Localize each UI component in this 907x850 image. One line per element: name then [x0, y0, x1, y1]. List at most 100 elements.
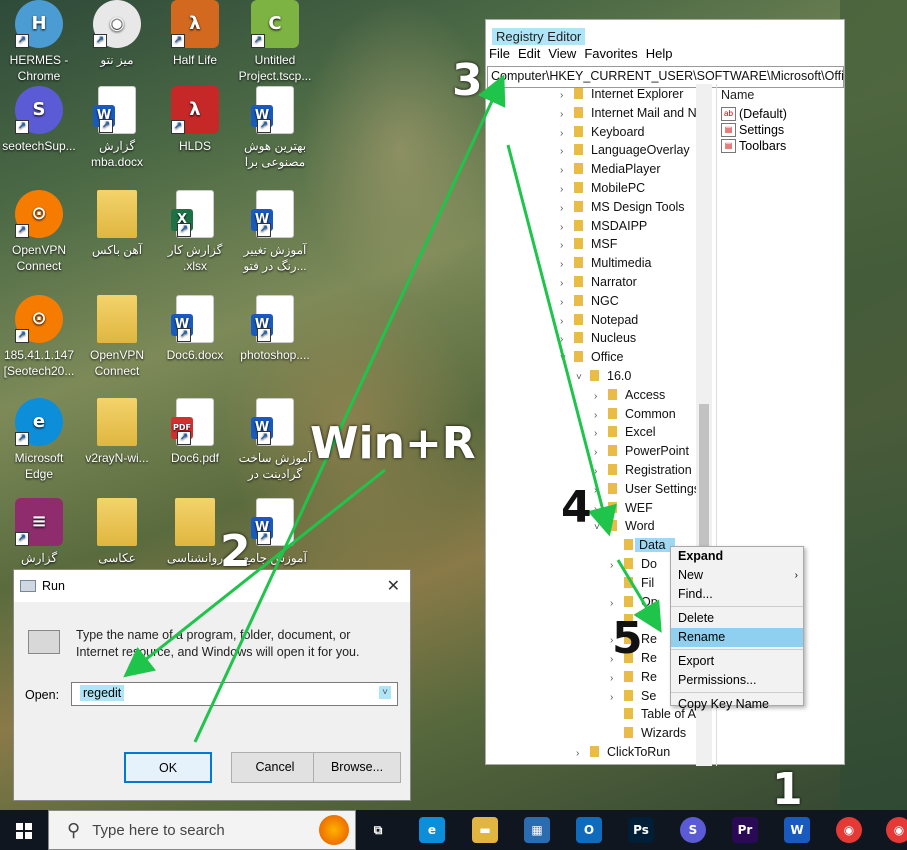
desktop-icon[interactable]: X ↗ گزارش کار .xlsx	[157, 190, 233, 274]
chevron-right-icon[interactable]: ›	[560, 199, 574, 218]
tree-node[interactable]: › LanguageOverlay	[560, 141, 690, 160]
tree-node[interactable]: › Nucleus	[560, 329, 636, 348]
chevron-right-icon[interactable]: ›	[594, 500, 608, 519]
desktop-icon[interactable]: W ↗ گزارش mba.docx	[79, 86, 155, 170]
tree-node[interactable]: › ClickToRun	[576, 743, 670, 762]
chevron-right-icon[interactable]: ›	[560, 142, 574, 161]
close-icon[interactable]: ✕	[387, 576, 400, 596]
desktop-icon[interactable]: H ↗ HERMES - Chrome	[1, 0, 77, 84]
context-menu-copy-key-name[interactable]: Copy Key Name	[671, 695, 803, 714]
chevron-right-icon[interactable]: ›	[560, 236, 574, 255]
chevron-right-icon[interactable]: ›	[560, 124, 574, 143]
tree-node[interactable]: › WEF	[594, 499, 653, 518]
chevron-right-icon[interactable]: ›	[610, 556, 624, 575]
chevron-right-icon[interactable]: ›	[610, 594, 624, 613]
desktop-icon[interactable]: ◉ ↗ میز نتو	[79, 0, 155, 68]
store-taskbar-icon[interactable]: ▦	[524, 817, 550, 843]
tree-node[interactable]: › Registration	[594, 461, 692, 480]
desktop-icon[interactable]: λ ↗ HLDS	[157, 86, 233, 154]
tree-node[interactable]: Wizards	[610, 724, 686, 743]
tree-node[interactable]: › MS Design Tools	[560, 198, 685, 217]
menu-item-file[interactable]: File	[489, 46, 510, 66]
taskbar-search-box[interactable]: ⚲ Type here to search	[48, 810, 356, 850]
premiere-taskbar-icon[interactable]: Pr	[732, 817, 758, 843]
chevron-right-icon[interactable]: ›	[610, 688, 624, 707]
tree-node[interactable]: › MediaPlayer	[560, 160, 660, 179]
chevron-right-icon[interactable]: ›	[594, 462, 608, 481]
task-view-taskbar-icon[interactable]: ⧉	[365, 817, 391, 843]
tree-node[interactable]: › Re	[610, 668, 657, 687]
context-menu-new[interactable]: New ›	[671, 566, 803, 585]
chrome-taskbar-icon[interactable]: ◉	[836, 817, 862, 843]
file-explorer-taskbar-icon[interactable]: ▬	[472, 817, 498, 843]
chevron-right-icon[interactable]: ›	[560, 161, 574, 180]
desktop-icon[interactable]: e ↗ Microsoft Edge	[1, 398, 77, 482]
tree-node[interactable]: › Internet Explorer	[560, 85, 683, 104]
registry-value-row[interactable]: ▤ Settings	[717, 122, 844, 138]
chevron-right-icon[interactable]: ›	[560, 293, 574, 312]
desktop-icon[interactable]: PDF ↗ Doc6.pdf	[157, 398, 233, 466]
desktop-icon[interactable]: ⊙ ↗ 185.41.1.147 [Seotech20...	[1, 295, 77, 379]
tree-node[interactable]: Data	[610, 536, 676, 555]
desktop-icon[interactable]: C ↗ Untitled Project.tscp...	[237, 0, 313, 84]
desktop-icon[interactable]: W ↗ آموزش تغییر رنگ در فتو...	[237, 190, 313, 274]
desktop-icon[interactable]: v2rayN-wi...	[79, 398, 155, 466]
tree-node[interactable]: › Internet Mail and N	[560, 104, 697, 123]
chevron-right-icon[interactable]: ›	[576, 744, 590, 763]
tree-node[interactable]: › MobilePC	[560, 179, 645, 198]
cancel-button[interactable]: Cancel	[231, 752, 319, 783]
desktop-icon[interactable]: عکاسی	[79, 498, 155, 566]
desktop-icon[interactable]: S ↗ seotechSup...	[1, 86, 77, 154]
desktop-icon[interactable]: آهن باکس	[79, 190, 155, 258]
tree-node[interactable]: › NGC	[560, 292, 619, 311]
tree-node[interactable]: › Multimedia	[560, 254, 651, 273]
edge-taskbar-icon[interactable]: e	[419, 817, 445, 843]
registry-title-bar[interactable]: Registry Editor	[486, 20, 844, 46]
desktop-icon[interactable]: OpenVPN Connect	[79, 295, 155, 379]
ok-button[interactable]: OK	[124, 752, 212, 783]
chevron-right-icon[interactable]: ›	[594, 387, 608, 406]
chevron-down-icon[interactable]: ˅	[379, 686, 391, 699]
chevron-right-icon[interactable]: ›	[594, 424, 608, 443]
tree-node[interactable]: ˅ Word	[594, 517, 655, 536]
registry-value-row[interactable]: ab (Default)	[717, 106, 844, 122]
chevron-right-icon[interactable]: ›	[560, 86, 574, 105]
tree-node[interactable]: › Do	[610, 555, 657, 574]
desktop-icon[interactable]: W ↗ بهترین هوش مصنوعی برا	[237, 86, 313, 170]
chevron-down-icon[interactable]: ˅	[594, 518, 608, 537]
menu-item-favorites[interactable]: Favorites	[584, 46, 637, 66]
tree-node[interactable]: › Keyboard	[560, 123, 645, 142]
chevron-right-icon[interactable]: ›	[560, 218, 574, 237]
menu-item-help[interactable]: Help	[646, 46, 673, 66]
chrome-2-taskbar-icon[interactable]: ◉	[886, 817, 907, 843]
chevron-right-icon[interactable]: ›	[560, 105, 574, 124]
desktop-icon[interactable]: λ ↗ Half Life	[157, 0, 233, 68]
windows-start-icon[interactable]	[16, 823, 32, 839]
chevron-right-icon[interactable]: ›	[560, 330, 574, 349]
chevron-right-icon[interactable]: ›	[560, 312, 574, 331]
chevron-right-icon[interactable]: ›	[594, 481, 608, 500]
context-menu-find[interactable]: Find...	[671, 585, 803, 604]
photoshop-taskbar-icon[interactable]: Ps	[628, 817, 654, 843]
tree-node[interactable]: Fil	[610, 574, 654, 593]
run-open-input[interactable]: regedit ˅	[71, 682, 398, 706]
chevron-right-icon[interactable]: ›	[560, 255, 574, 274]
chevron-right-icon[interactable]: ›	[594, 443, 608, 462]
menu-item-edit[interactable]: Edit	[518, 46, 540, 66]
chevron-right-icon[interactable]: ›	[560, 274, 574, 293]
menu-item-view[interactable]: View	[548, 46, 576, 66]
context-menu-permissions[interactable]: Permissions...	[671, 671, 803, 690]
registry-value-row[interactable]: ▤ Toolbars	[717, 138, 844, 154]
chevron-down-icon[interactable]: ˅	[576, 368, 590, 387]
tree-node[interactable]: › MSF	[560, 235, 617, 254]
chevron-down-icon[interactable]: ˅	[560, 349, 574, 368]
tree-node[interactable]: › Notepad	[560, 311, 638, 330]
tree-node[interactable]: › Narrator	[560, 273, 637, 292]
desktop-icon[interactable]: ⊙ ↗ OpenVPN Connect	[1, 190, 77, 274]
tree-node[interactable]: › Op	[610, 593, 658, 612]
context-menu-rename[interactable]: Rename	[671, 628, 803, 647]
tree-node[interactable]: › Se	[610, 687, 656, 706]
desktop-icon[interactable]: W ↗ آموزش ساخت گرادینت در	[237, 398, 313, 482]
word-taskbar-icon[interactable]: W	[784, 817, 810, 843]
tree-node[interactable]: › Excel	[594, 423, 656, 442]
